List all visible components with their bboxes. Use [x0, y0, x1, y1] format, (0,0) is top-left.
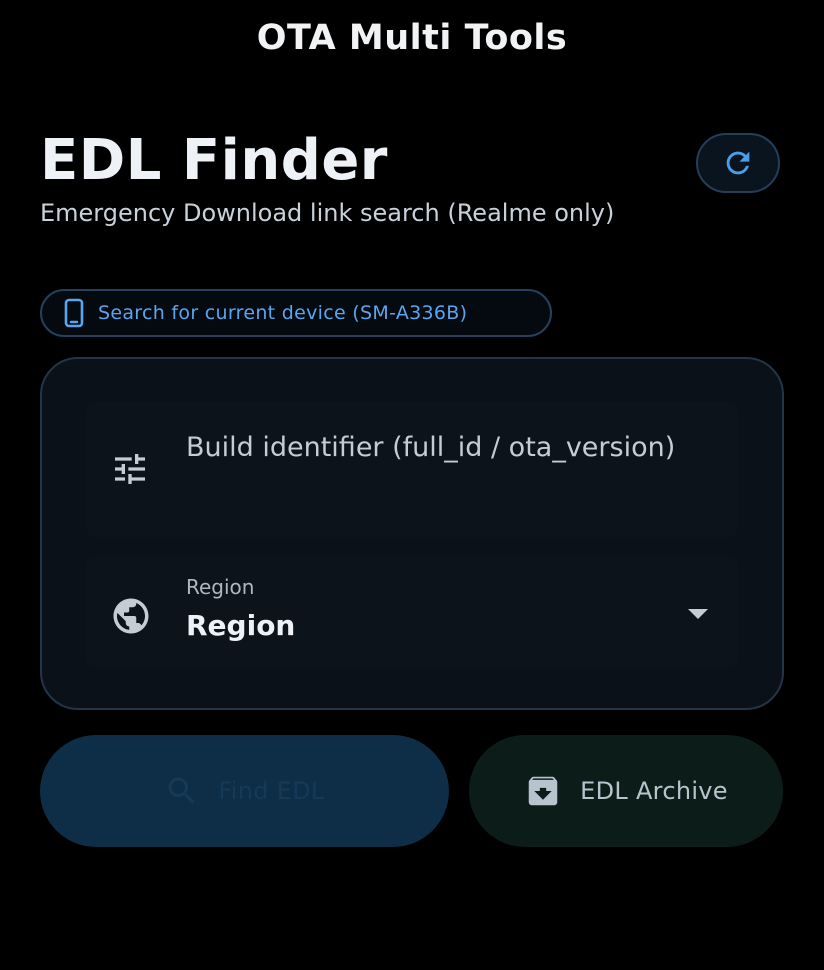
smartphone-icon: [64, 298, 84, 328]
build-identifier-placeholder: Build identifier (full_id / ota_version): [186, 432, 676, 463]
device-chip-label: Search for current device (SM-A336B): [98, 302, 468, 324]
edl-archive-label: EDL Archive: [580, 777, 728, 805]
refresh-button[interactable]: [696, 133, 780, 193]
edl-form-card: Build identifier (full_id / ota_version)…: [40, 357, 784, 710]
find-edl-button[interactable]: Find EDL: [40, 735, 449, 847]
page-subtitle: Emergency Download link search (Realme o…: [40, 199, 615, 227]
refresh-icon: [721, 146, 755, 180]
build-identifier-field[interactable]: Build identifier (full_id / ota_version): [86, 402, 738, 537]
app-title: OTA Multi Tools: [256, 18, 568, 58]
region-dropdown[interactable]: Region Region: [86, 557, 738, 667]
region-field-label: Region: [186, 575, 255, 599]
region-selected-value: Region: [186, 609, 296, 642]
edl-archive-button[interactable]: EDL Archive: [469, 735, 783, 847]
search-icon: [164, 773, 200, 809]
dropdown-arrow-icon: [686, 607, 710, 621]
tune-sliders-icon: [110, 449, 150, 489]
search-current-device-chip[interactable]: Search for current device (SM-A336B): [40, 289, 552, 337]
page-title: EDL Finder: [40, 128, 388, 193]
find-edl-label: Find EDL: [218, 777, 325, 805]
archive-icon: [524, 772, 562, 810]
globe-icon: [110, 595, 152, 637]
